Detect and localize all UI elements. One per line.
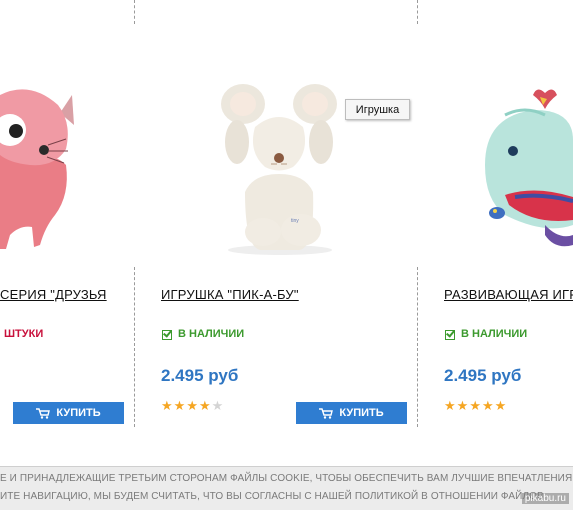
column-divider-left — [134, 267, 135, 427]
star-filled-icon: ★ — [444, 398, 456, 413]
star-filled-icon: ★ — [161, 398, 173, 413]
check-icon — [162, 329, 172, 340]
product-title-2[interactable]: ИГРУШКА "ПИК-А-БУ" — [161, 287, 299, 302]
buy-button-label: КУПИТЬ — [339, 407, 384, 419]
watermark: pikabu.ru — [521, 493, 569, 504]
product-image-1[interactable] — [0, 85, 80, 255]
cookie-notice-line-1: Е И ПРИНАДЛЕЖАЩИЕ ТРЕТЬИМ СТОРОНАМ ФАЙЛЫ… — [0, 473, 573, 484]
star-filled-icon: ★ — [198, 398, 211, 413]
buy-button-1[interactable]: КУПИТЬ — [13, 402, 124, 424]
column-divider-top-left — [134, 0, 135, 24]
star-empty-icon: ★ — [211, 398, 224, 413]
cookie-notice: Е И ПРИНАДЛЕЖАЩИЕ ТРЕТЬИМ СТОРОНАМ ФАЙЛЫ… — [0, 466, 573, 510]
stock-label: В НАЛИЧИИ — [461, 328, 528, 340]
star-filled-icon: ★ — [456, 398, 469, 413]
star-filled-icon: ★ — [481, 398, 494, 413]
column-divider-top-right — [417, 0, 418, 24]
pink-cat-toy-icon — [0, 89, 74, 249]
rating-stars-3: ★ ★ ★ ★ ★ — [444, 399, 506, 412]
star-filled-icon: ★ — [173, 398, 186, 413]
product-stock-2: В НАЛИЧИИ — [162, 328, 244, 340]
product-title-3[interactable]: РАЗВИВАЮЩАЯ ИГР — [444, 287, 573, 302]
product-price-2: 2.495 руб — [161, 366, 239, 385]
whale-toy-icon — [485, 89, 573, 247]
product-title-1[interactable]: СЕРИЯ "ДРУЗЬЯ — [0, 287, 107, 302]
cart-icon — [319, 407, 334, 419]
product-stock-1: ШТУКИ — [4, 328, 44, 340]
svg-text:tiny: tiny — [291, 218, 299, 224]
buy-button-2[interactable]: КУПИТЬ — [296, 402, 407, 424]
stock-label: В НАЛИЧИИ — [178, 328, 245, 340]
buy-button-label: КУПИТЬ — [56, 407, 101, 419]
star-filled-icon: ★ — [469, 398, 481, 413]
star-filled-icon: ★ — [186, 398, 198, 413]
product-image-2[interactable]: tiny — [215, 82, 345, 257]
product-image-3[interactable] — [485, 85, 573, 255]
rating-stars-2: ★ ★ ★ ★ ★ — [161, 399, 223, 412]
image-tooltip: Игрушка — [345, 99, 410, 120]
mouse-toy-icon: tiny — [221, 84, 337, 255]
cart-icon — [36, 407, 51, 419]
star-filled-icon: ★ — [494, 398, 507, 413]
check-icon — [445, 329, 455, 340]
column-divider-right — [417, 267, 418, 427]
product-price-3: 2.495 руб — [444, 366, 522, 385]
cookie-notice-line-2: ИТЕ НАВИГАЦИЮ, МЫ БУДЕМ СЧИТАТЬ, ЧТО ВЫ … — [0, 491, 544, 502]
product-stock-3: В НАЛИЧИИ — [445, 328, 527, 340]
